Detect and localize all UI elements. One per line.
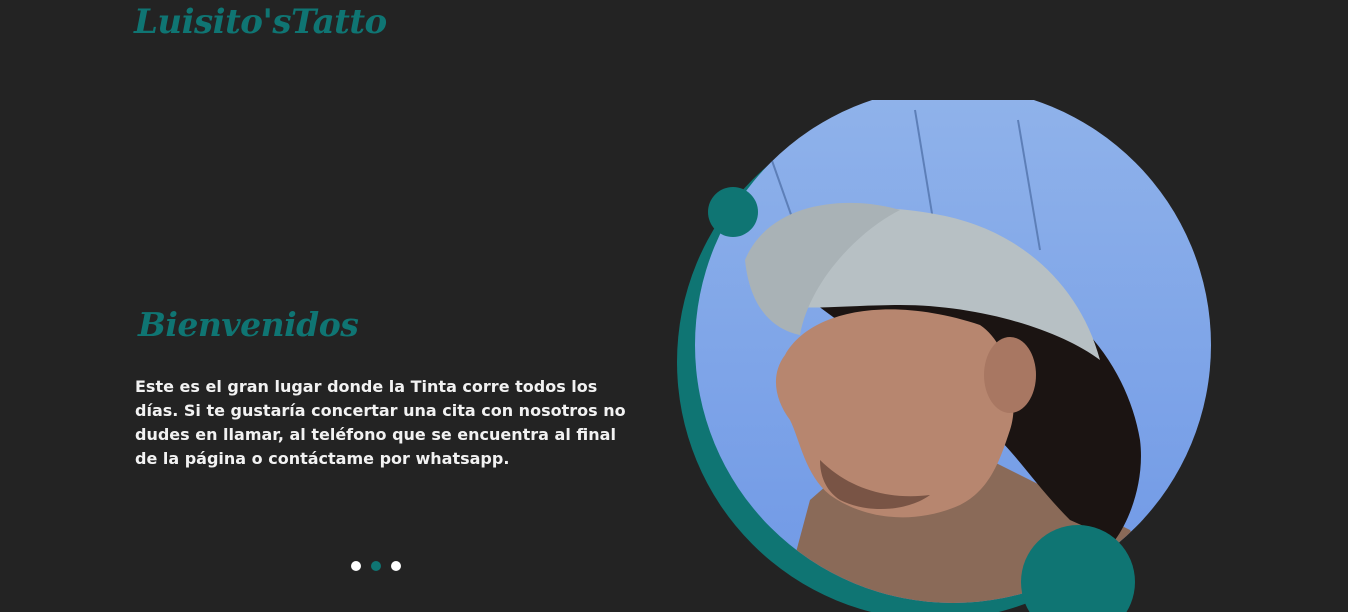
hero-description: Este es el gran lugar donde la Tinta cor… xyxy=(135,377,626,468)
carousel-dot-1[interactable] xyxy=(351,561,361,571)
carousel-dot-2[interactable] xyxy=(371,561,381,571)
carousel-dot-3[interactable] xyxy=(391,561,401,571)
site-logo[interactable]: Luisito'sTatto xyxy=(134,0,387,44)
hero-title: Bienvenidos xyxy=(138,305,359,344)
accent-dot-small xyxy=(708,187,758,237)
carousel-indicators xyxy=(351,561,401,571)
hero-portrait-graphic xyxy=(677,100,1211,612)
